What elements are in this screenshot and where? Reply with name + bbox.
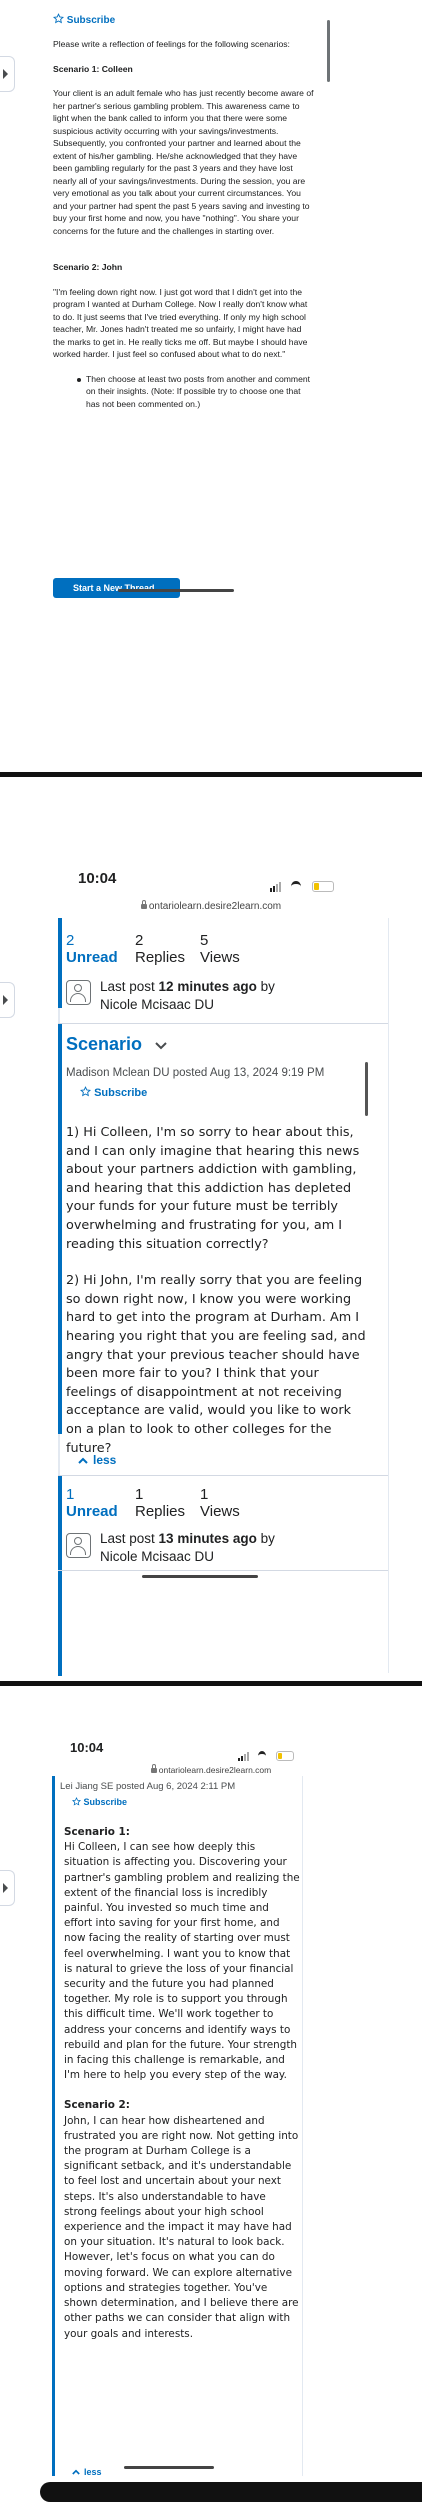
status-time: 10:04 bbox=[70, 1740, 104, 1755]
thread-title-link[interactable]: Scenario bbox=[66, 1034, 167, 1055]
thread-border-right bbox=[388, 918, 389, 1673]
status-time: 10:04 bbox=[78, 870, 117, 887]
scenario-2-heading: Scenario 2: John bbox=[53, 262, 123, 272]
divider bbox=[58, 1475, 388, 1476]
post-accent-bar bbox=[52, 1776, 55, 2476]
subscribe-link[interactable]: Subscribe bbox=[53, 13, 115, 26]
last-post-author: Nicole Mcisaac DU bbox=[100, 997, 215, 1012]
home-indicator bbox=[124, 2466, 214, 2469]
show-less-link[interactable]: less bbox=[78, 1453, 116, 1467]
signal-icon bbox=[238, 1758, 240, 1761]
instruction-bullet: Then choose at least two posts from anot… bbox=[53, 373, 315, 411]
status-icons bbox=[238, 1743, 294, 1761]
divider bbox=[58, 1023, 388, 1024]
scenario-1-heading: Scenario 1: Colleen bbox=[53, 63, 133, 74]
views-count: 1 Views bbox=[200, 1486, 240, 1520]
status-icons bbox=[270, 874, 334, 892]
start-new-thread-button[interactable]: Start a New Thread bbox=[53, 578, 180, 598]
replies-count: 2 Replies bbox=[135, 932, 186, 966]
side-panel-toggle[interactable] bbox=[0, 56, 15, 92]
show-less-link[interactable]: less bbox=[72, 2467, 102, 2475]
reply-body: Scenario 1: Hi Colleen, I can see how de… bbox=[64, 1825, 300, 2342]
subscribe-link[interactable]: Subscribe bbox=[80, 1086, 147, 1099]
scenario-2-heading: Scenario 2: bbox=[64, 2099, 130, 2112]
unread-indicator-bar bbox=[58, 1476, 62, 1676]
unread-indicator-bar bbox=[58, 918, 62, 1008]
post-paragraph-1: 1) Hi Colleen, I'm so sorry to hear abou… bbox=[66, 1125, 360, 1252]
url-text: ontariolearn.desire2learn.com bbox=[148, 901, 282, 912]
post-body: 1) Hi Colleen, I'm so sorry to hear abou… bbox=[66, 1124, 366, 1458]
wifi-icon bbox=[258, 1751, 267, 1761]
last-post-info: Last post 13 minutes ago by Nicole Mcisa… bbox=[100, 1531, 275, 1564]
scenario-1-text: Your client is an adult female who has j… bbox=[53, 88, 314, 236]
battery-icon bbox=[311, 881, 334, 892]
star-icon bbox=[72, 1797, 81, 1806]
star-icon bbox=[80, 1086, 91, 1097]
chevron-up-icon bbox=[72, 2469, 80, 2475]
post-author-date: Madison Mclean DU posted Aug 13, 2024 9:… bbox=[66, 1067, 325, 1079]
scenario-1-reply: Hi Colleen, I can see how deeply this si… bbox=[64, 1841, 300, 2082]
scenario-2-reply: John, I can hear how disheartened and fr… bbox=[64, 2114, 299, 2340]
url-text: ontariolearn.desire2learn.com bbox=[158, 1765, 272, 1775]
url-bar[interactable]: ontariolearn.desire2learn.com bbox=[0, 900, 422, 912]
side-panel-toggle[interactable] bbox=[0, 982, 15, 1018]
screenshot-divider bbox=[0, 772, 422, 777]
instruction-text: Then choose at least two posts from anot… bbox=[86, 373, 311, 409]
user-avatar-icon bbox=[66, 980, 91, 1005]
star-icon bbox=[53, 13, 64, 24]
chevron-down-icon[interactable] bbox=[155, 1042, 167, 1050]
signal-icon bbox=[270, 888, 272, 892]
unread-count[interactable]: 2 Unread bbox=[66, 932, 118, 966]
scrollbar[interactable] bbox=[327, 20, 330, 82]
post-paragraph-2: 2) Hi John, I'm really sorry that you ar… bbox=[66, 1273, 366, 1456]
scenario-2-text: "I'm feeling down right now. I just got … bbox=[53, 286, 308, 360]
url-bar[interactable]: ontariolearn.desire2learn.com bbox=[0, 1764, 422, 1775]
assignment-description: Please write a reflection of feelings fo… bbox=[53, 38, 315, 410]
views-count: 5 Views bbox=[200, 932, 240, 966]
subscribe-link[interactable]: Subscribe bbox=[72, 1797, 127, 1807]
user-avatar-icon bbox=[66, 1533, 91, 1558]
wifi-icon bbox=[291, 881, 302, 892]
last-post-info: Last post 12 minutes ago by Nicole Mcisa… bbox=[100, 979, 275, 1012]
home-indicator bbox=[142, 1575, 258, 1578]
intro-text: Please write a reflection of feelings fo… bbox=[53, 39, 290, 49]
post-accent-bar bbox=[58, 1024, 62, 1434]
scrollbar[interactable] bbox=[365, 1062, 368, 1116]
bullet-dot bbox=[77, 377, 81, 382]
last-post-author: Nicole Mcisaac DU bbox=[100, 1549, 215, 1564]
battery-icon bbox=[275, 1751, 294, 1761]
bottom-bar bbox=[40, 2482, 422, 2502]
screenshot-divider bbox=[0, 1681, 422, 1686]
side-panel-toggle[interactable] bbox=[0, 1870, 15, 1906]
unread-count[interactable]: 1 Unread bbox=[66, 1486, 118, 1520]
thread-border-right bbox=[302, 1776, 303, 2476]
divider bbox=[58, 1570, 388, 1571]
post-author-date: Lei Jiang SE posted Aug 6, 2024 2:11 PM bbox=[60, 1781, 236, 1792]
subscribe-label: Subscribe bbox=[66, 15, 116, 26]
scenario-1-heading: Scenario 1: bbox=[64, 1826, 130, 1838]
lock-icon bbox=[140, 900, 147, 909]
home-indicator bbox=[118, 589, 234, 592]
chevron-up-icon bbox=[78, 1457, 88, 1464]
replies-count: 1 Replies bbox=[135, 1486, 186, 1520]
lock-icon bbox=[150, 1764, 157, 1773]
